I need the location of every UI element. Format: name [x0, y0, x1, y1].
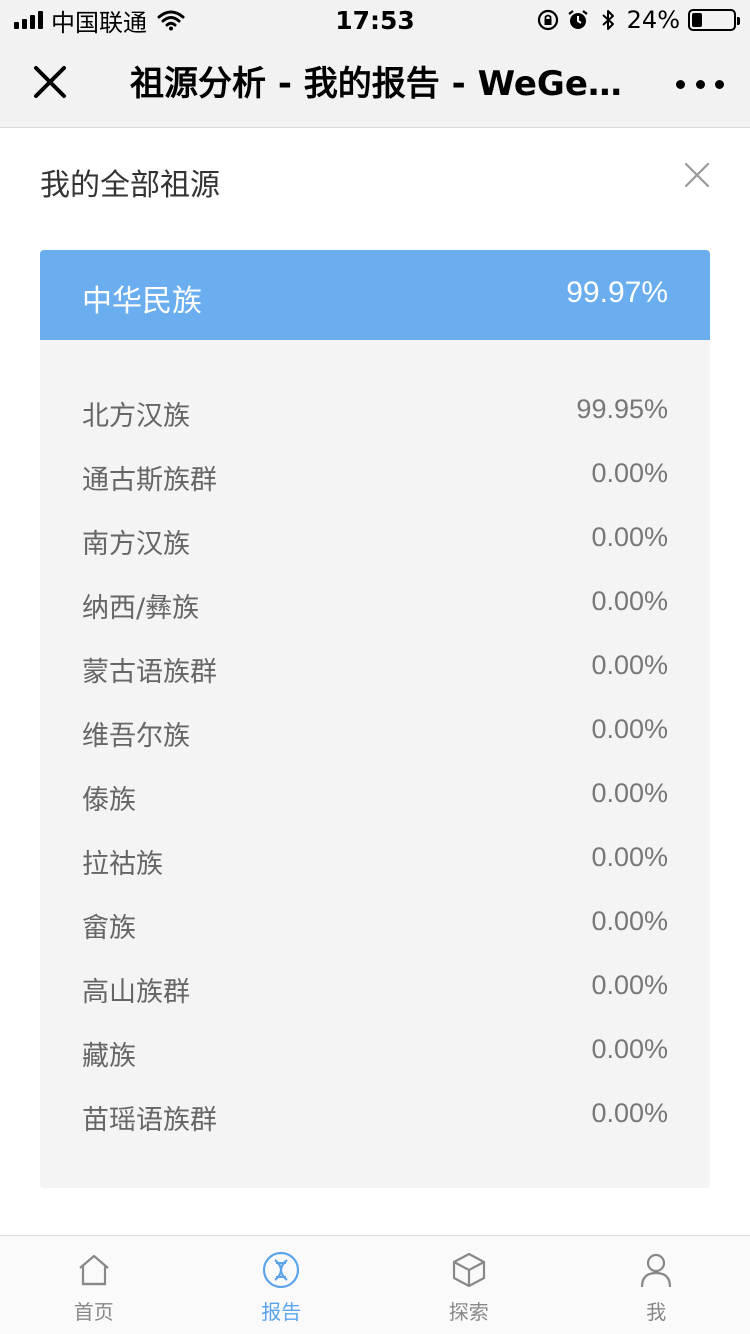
tab-label: 我 [646, 1300, 667, 1324]
home-icon [79, 1254, 109, 1286]
battery-percent: 24% [626, 6, 680, 34]
ancestry-name: 傣族 [82, 785, 136, 816]
ancestry-name: 苗瑶语族群 [82, 1105, 217, 1136]
ancestry-percent: 0.00% [591, 714, 668, 744]
ancestry-percent: 0.00% [591, 522, 668, 552]
ancestry-row: 北方汉族 99.95% [40, 381, 710, 445]
tab-bar: 首页 报告 探索 我 [0, 1235, 750, 1334]
tab-home[interactable]: 首页 [0, 1236, 188, 1334]
ancestry-row: 南方汉族 0.00% [40, 509, 710, 573]
ancestry-row: 畲族 0.00% [40, 893, 710, 957]
ancestry-row: 纳西/彝族 0.00% [40, 573, 710, 637]
ancestry-name: 高山族群 [82, 977, 190, 1008]
ancestry-row: 傣族 0.00% [40, 765, 710, 829]
ancestry-name: 藏族 [82, 1041, 136, 1072]
ancestry-percent: 0.00% [591, 1034, 668, 1064]
rotation-lock-icon [537, 9, 558, 31]
ancestry-name: 畲族 [82, 913, 136, 944]
ancestry-percent: 0.00% [591, 1098, 668, 1128]
more-icon[interactable] [676, 70, 724, 98]
ancestry-percent: 0.00% [591, 842, 668, 872]
battery-icon [688, 9, 740, 31]
ancestry-row: 苗瑶语族群 0.00% [40, 1085, 710, 1149]
ancestry-row: 维吾尔族 0.00% [40, 701, 710, 765]
panel-title: 我的全部祖源 [40, 168, 220, 203]
bluetooth-icon [601, 10, 614, 30]
ancestry-name: 南方汉族 [82, 529, 190, 560]
tab-label: 探索 [448, 1300, 489, 1324]
ancestry-percent: 0.00% [591, 650, 668, 680]
tab-label: 首页 [73, 1300, 114, 1324]
ancestry-row: 高山族群 0.00% [40, 957, 710, 1021]
tab-label: 报告 [261, 1300, 302, 1324]
battery-tip [737, 17, 740, 25]
ancestry-name: 通古斯族群 [82, 465, 217, 496]
group-name: 中华民族 [82, 284, 202, 319]
ancestry-percent: 0.00% [591, 458, 668, 488]
ancestry-percent: 0.00% [591, 970, 668, 1000]
ancestry-name: 维吾尔族 [82, 721, 190, 752]
alarm-icon [567, 10, 588, 29]
ancestry-name: 北方汉族 [82, 401, 190, 432]
user-icon [641, 1253, 672, 1288]
ancestry-percent: 0.00% [591, 778, 668, 808]
battery-fill [692, 13, 702, 27]
tab-explore[interactable]: 探索 [375, 1236, 563, 1334]
ancestry-name: 拉祜族 [82, 849, 163, 880]
close-icon[interactable] [30, 62, 70, 102]
status-right: 24% [537, 6, 740, 34]
ancestry-row: 藏族 0.00% [40, 1021, 710, 1085]
ancestry-list: 北方汉族 99.95% 通古斯族群 0.00% 南方汉族 0.00% 纳西/彝族 0.00% 蒙… [40, 340, 710, 1188]
ancestry-name: 蒙古语族群 [82, 657, 217, 688]
status-bar: 中国联通 17:53 24% [0, 0, 750, 40]
page-title: 祖源分析 - 我的报告 - WeGene [130, 64, 630, 104]
panel-close-icon[interactable] [684, 162, 710, 188]
ancestry-percent: 0.00% [591, 906, 668, 936]
nav-bar: 祖源分析 - 我的报告 - WeGene [0, 40, 750, 128]
ancestry-row: 通古斯族群 0.00% [40, 445, 710, 509]
ancestry-percent: 99.95% [576, 394, 668, 424]
tab-report[interactable]: 报告 [188, 1236, 376, 1334]
cube-icon [452, 1252, 485, 1288]
ancestry-row: 拉祜族 0.00% [40, 829, 710, 893]
dna-icon [263, 1251, 300, 1289]
ancestry-name: 纳西/彝族 [82, 593, 200, 624]
ancestry-row: 蒙古语族群 0.00% [40, 637, 710, 701]
group-percent: 99.97% [566, 276, 668, 309]
ancestry-group-header: 中华民族 99.97% [40, 250, 710, 340]
ancestry-percent: 0.00% [591, 586, 668, 616]
tab-me[interactable]: 我 [563, 1236, 750, 1334]
